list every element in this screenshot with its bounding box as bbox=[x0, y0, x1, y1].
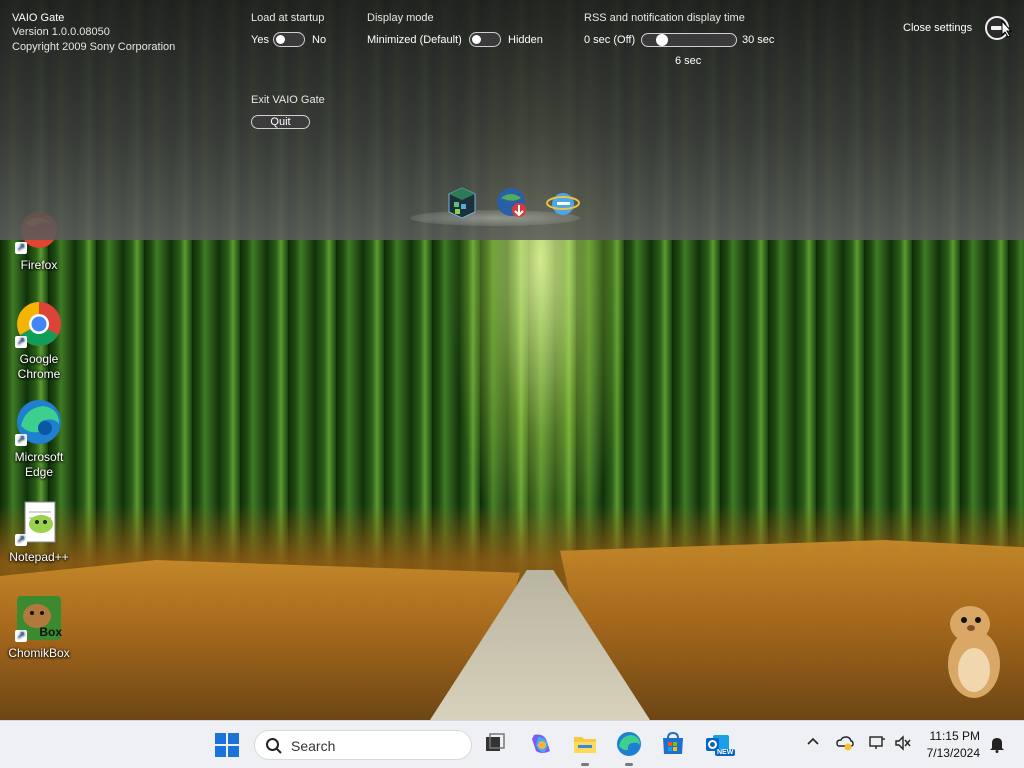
desktop-icon-label: Notepad++ bbox=[9, 550, 69, 564]
edge-icon bbox=[617, 732, 641, 756]
desktop-icon-notepadpp[interactable]: ↗ Notepad++ bbox=[1, 498, 77, 565]
display-mode-hidden: Hidden bbox=[508, 34, 543, 46]
display-mode-minimized: Minimized (Default) bbox=[367, 34, 462, 46]
display-time-label: RSS and notification display time bbox=[584, 12, 745, 24]
file-explorer-icon bbox=[574, 737, 596, 753]
toggle-knob bbox=[276, 35, 285, 44]
load-at-startup-yes: Yes bbox=[251, 34, 269, 46]
taskbar: Search NEW 11:15 PM 7/13/2024 bbox=[0, 720, 1024, 768]
chomikbox-icon: Box ↗ bbox=[15, 594, 63, 642]
taskbar-search-box[interactable]: Search bbox=[254, 730, 472, 760]
chevron-up-icon[interactable] bbox=[806, 735, 820, 752]
chrome-icon: ↗ bbox=[15, 300, 63, 348]
quit-button[interactable]: Quit bbox=[251, 115, 310, 129]
internet-explorer-icon[interactable] bbox=[546, 186, 580, 220]
edge-running-indicator bbox=[625, 763, 633, 766]
microsoft-store-icon bbox=[663, 731, 683, 754]
display-time-max: 30 sec bbox=[742, 34, 775, 46]
network-icon[interactable] bbox=[868, 735, 886, 754]
task-view-button[interactable] bbox=[482, 731, 508, 757]
vaio-gate-settings-panel: VAIO Gate Version 1.0.0.08050 Copyright … bbox=[0, 0, 1024, 240]
shortcut-arrow-icon: ↗ bbox=[15, 630, 27, 642]
clock-time[interactable]: 11:15 PM bbox=[930, 729, 980, 743]
display-mode-toggle[interactable] bbox=[469, 32, 501, 47]
exit-label: Exit VAIO Gate bbox=[251, 94, 325, 106]
shortcut-arrow-icon: ↗ bbox=[15, 534, 27, 546]
copilot-icon bbox=[532, 734, 550, 753]
desktop-icon-edge[interactable]: ↗ Microsoft Edge bbox=[1, 398, 77, 480]
load-at-startup-no: No bbox=[312, 34, 327, 46]
load-at-startup-label: Load at startup bbox=[251, 12, 325, 24]
close-settings-label[interactable]: Close settings bbox=[903, 22, 972, 34]
desktop-icon-label: Firefox bbox=[20, 258, 58, 272]
display-time-slider-thumb[interactable] bbox=[656, 34, 668, 46]
display-time-min: 0 sec (Off) bbox=[584, 34, 636, 46]
notepad-plus-plus-icon: ↗ bbox=[15, 498, 63, 546]
copilot-button[interactable] bbox=[528, 731, 554, 757]
edge-taskbar-button[interactable] bbox=[616, 731, 642, 757]
edge-icon: ↗ bbox=[15, 398, 63, 446]
toggle-knob bbox=[472, 35, 481, 44]
search-placeholder: Search bbox=[291, 738, 336, 754]
onedrive-icon[interactable] bbox=[836, 735, 854, 754]
load-at-startup-toggle[interactable] bbox=[273, 32, 305, 47]
shortcut-arrow-icon: ↗ bbox=[15, 336, 27, 348]
app-version: Version 1.0.0.08050 bbox=[12, 26, 110, 38]
file-explorer-button[interactable] bbox=[572, 731, 598, 757]
start-button[interactable] bbox=[214, 732, 242, 760]
task-view-icon bbox=[486, 733, 505, 751]
shortcut-arrow-icon: ↗ bbox=[15, 434, 27, 446]
app-copyright: Copyright 2009 Sony Corporation bbox=[12, 41, 176, 53]
outlook-button[interactable]: NEW bbox=[704, 731, 736, 757]
hamster-icon bbox=[948, 606, 1000, 698]
mouse-cursor-icon bbox=[1001, 20, 1013, 38]
display-time-value: 6 sec bbox=[675, 55, 702, 67]
shortcut-arrow-icon: ↗ bbox=[15, 242, 27, 254]
hamster-gadget[interactable] bbox=[944, 600, 1004, 700]
vaio-cube-icon[interactable] bbox=[445, 186, 479, 220]
notification-icon[interactable] bbox=[988, 735, 1006, 756]
globe-download-icon[interactable] bbox=[495, 186, 529, 220]
file-explorer-running-indicator bbox=[581, 763, 589, 766]
chomikbox-badge: Box bbox=[39, 625, 62, 639]
desktop-icon-chomikbox[interactable]: Box ↗ ChomikBox bbox=[1, 594, 77, 661]
desktop-icon-chrome[interactable]: ↗ Google Chrome bbox=[1, 300, 77, 382]
start-icon bbox=[215, 733, 239, 757]
clock-date[interactable]: 7/13/2024 bbox=[927, 746, 980, 760]
outlook-new-badge: NEW bbox=[715, 749, 736, 756]
app-name: VAIO Gate bbox=[12, 12, 65, 24]
search-icon bbox=[266, 738, 282, 754]
desktop-icon-label: Google Chrome bbox=[17, 352, 61, 381]
wallpaper-grass-left bbox=[0, 560, 520, 720]
desktop-icon-label: Microsoft Edge bbox=[14, 450, 64, 479]
microsoft-store-button[interactable] bbox=[660, 731, 686, 757]
display-mode-label: Display mode bbox=[367, 12, 434, 24]
desktop-icon-label: ChomikBox bbox=[8, 646, 70, 660]
volume-muted-icon[interactable] bbox=[894, 735, 912, 754]
